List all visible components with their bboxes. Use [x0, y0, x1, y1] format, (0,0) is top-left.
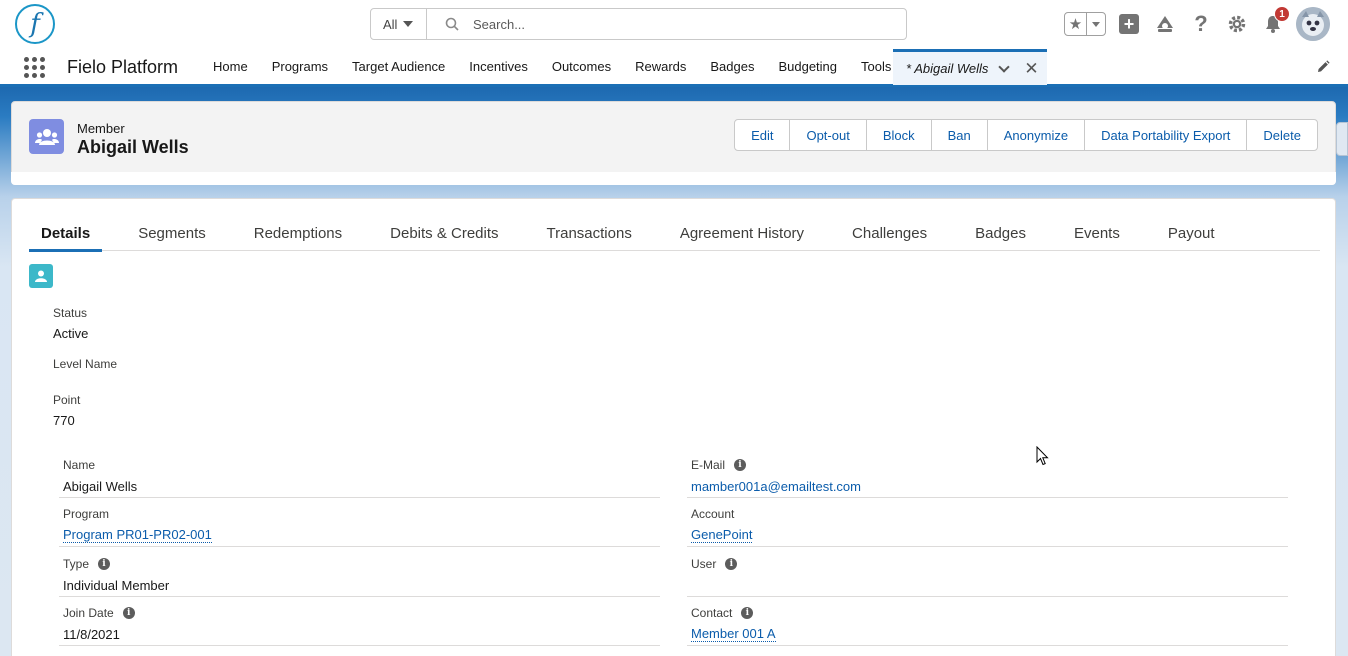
favorites-group: ★ — [1064, 12, 1106, 36]
search-input[interactable]: Search... — [427, 9, 906, 39]
record-header-footer — [11, 172, 1336, 185]
ban-button[interactable]: Ban — [932, 120, 988, 150]
record-object-type: Member — [77, 121, 125, 136]
field-label: Contact i — [691, 606, 754, 620]
info-icon[interactable]: i — [98, 558, 111, 570]
delete-button[interactable]: Delete — [1247, 120, 1317, 150]
search-placeholder: Search... — [473, 16, 526, 32]
point-value: 770 — [53, 413, 75, 428]
field-label: Type i — [63, 557, 111, 571]
field-label: User i — [691, 557, 738, 571]
field-label: Join Date i — [63, 606, 135, 620]
tab-badges[interactable]: Badges — [963, 216, 1038, 251]
chevron-down-icon[interactable] — [998, 60, 1011, 73]
nav-items: Home Programs Target Audience Incentives… — [201, 49, 903, 84]
anonymize-button[interactable]: Anonymize — [988, 120, 1086, 150]
field-label: Name — [63, 458, 96, 472]
field-label: Account — [691, 507, 735, 521]
field-email: E-Mail i mamber001a@emailtest.com — [687, 449, 1288, 498]
field-program: Program Program PR01-PR02-001 — [59, 498, 660, 547]
field-label: E-Mail i — [691, 458, 747, 472]
tab-events[interactable]: Events — [1062, 216, 1132, 251]
nav-item-programs[interactable]: Programs — [260, 49, 340, 84]
field-value: Individual Member — [63, 578, 170, 593]
info-icon[interactable]: i — [734, 459, 747, 471]
contact-link[interactable]: Member 001 A — [691, 627, 776, 642]
info-icon[interactable]: i — [122, 607, 135, 619]
tab-segments[interactable]: Segments — [126, 216, 218, 251]
edit-nav-pencil-icon[interactable] — [1316, 60, 1330, 77]
tab-debits-credits[interactable]: Debits & Credits — [378, 216, 510, 251]
field-name: Name Abigail Wells — [59, 449, 660, 498]
info-icon[interactable]: i — [741, 607, 754, 619]
trailhead-icon[interactable] — [1152, 11, 1178, 37]
tab-agreement-history[interactable]: Agreement History — [668, 216, 816, 251]
detail-card: Details Segments Redemptions Debits & Cr… — [11, 198, 1336, 656]
program-link[interactable]: Program PR01-PR02-001 — [63, 528, 212, 543]
record-tabs: Details Segments Redemptions Debits & Cr… — [29, 216, 1320, 252]
tab-transactions[interactable]: Transactions — [535, 216, 644, 251]
field-type: Type i Individual Member — [59, 548, 660, 597]
close-tab-icon[interactable]: ✕ — [1024, 60, 1038, 77]
favorites-menu-icon[interactable] — [1087, 13, 1105, 35]
tab-details[interactable]: Details — [29, 216, 103, 252]
settings-gear-icon[interactable] — [1224, 11, 1250, 37]
app-launcher-icon[interactable] — [24, 57, 45, 78]
app-nav-bar: Fielo Platform Home Programs Target Audi… — [0, 49, 1348, 87]
global-actions-icon[interactable]: + — [1116, 11, 1142, 37]
field-value: 11/8/2021 — [63, 627, 120, 642]
header-utility-icons: ★ + ? 1 — [1064, 6, 1330, 42]
favorites-star-icon[interactable]: ★ — [1065, 13, 1087, 35]
status-label: Status — [53, 306, 88, 320]
nav-item-target-audience[interactable]: Target Audience — [340, 49, 457, 84]
opt-out-button[interactable]: Opt-out — [790, 120, 867, 150]
record-actions: Edit Opt-out Block Ban Anonymize Data Po… — [734, 119, 1318, 151]
edit-button[interactable]: Edit — [735, 120, 791, 150]
tab-payout[interactable]: Payout — [1156, 216, 1227, 251]
fielo-logo[interactable]: f — [15, 4, 55, 44]
email-link[interactable]: mamber001a@emailtest.com — [691, 479, 861, 494]
point-label: Point — [53, 393, 81, 407]
member-icon — [29, 119, 64, 154]
record-title: Abigail Wells — [77, 137, 189, 157]
global-header: f All Search... ★ + ? 1 — [0, 0, 1348, 49]
nav-item-badges[interactable]: Badges — [698, 49, 766, 84]
search-scope-label: All — [383, 16, 398, 32]
notification-count-badge: 1 — [1274, 6, 1290, 22]
field-join-date: Join Date i 11/8/2021 — [59, 597, 660, 646]
contact-icon — [29, 264, 53, 288]
tab-redemptions[interactable]: Redemptions — [242, 216, 354, 251]
field-value: Abigail Wells — [63, 479, 138, 494]
field-contact: Contact i Member 001 A — [687, 597, 1288, 646]
nav-tab-label: * Abigail Wells — [906, 61, 989, 76]
field-user: User i — [687, 548, 1288, 597]
app-name: Fielo Platform — [67, 57, 179, 77]
nav-tab-abigail-wells[interactable]: * Abigail Wells ✕ — [893, 49, 1047, 85]
logo-letter: f — [30, 9, 40, 39]
nav-item-rewards[interactable]: Rewards — [623, 49, 698, 84]
field-label: Program — [63, 507, 110, 521]
nav-item-home[interactable]: Home — [201, 49, 260, 84]
search-scope-dropdown[interactable]: All — [371, 9, 427, 39]
block-button[interactable]: Block — [867, 120, 932, 150]
nav-item-incentives[interactable]: Incentives — [457, 49, 540, 84]
user-avatar[interactable] — [1296, 7, 1330, 41]
help-icon[interactable]: ? — [1188, 11, 1214, 37]
data-portability-export-button[interactable]: Data Portability Export — [1085, 120, 1248, 150]
info-icon[interactable]: i — [725, 558, 738, 570]
global-search: All Search... — [370, 8, 907, 40]
account-link[interactable]: GenePoint — [691, 528, 753, 543]
notifications-bell-icon[interactable]: 1 — [1260, 6, 1290, 37]
caret-down-icon — [403, 21, 414, 27]
side-panel-toggle[interactable] — [1336, 122, 1348, 156]
nav-item-outcomes[interactable]: Outcomes — [540, 49, 623, 84]
tab-challenges[interactable]: Challenges — [840, 216, 939, 251]
status-value: Active — [53, 326, 89, 341]
nav-item-budgeting[interactable]: Budgeting — [766, 49, 849, 84]
field-account: Account GenePoint — [687, 498, 1288, 547]
search-icon — [445, 17, 459, 31]
mouse-cursor-icon — [1036, 445, 1049, 469]
level-name-label: Level Name — [53, 357, 118, 371]
